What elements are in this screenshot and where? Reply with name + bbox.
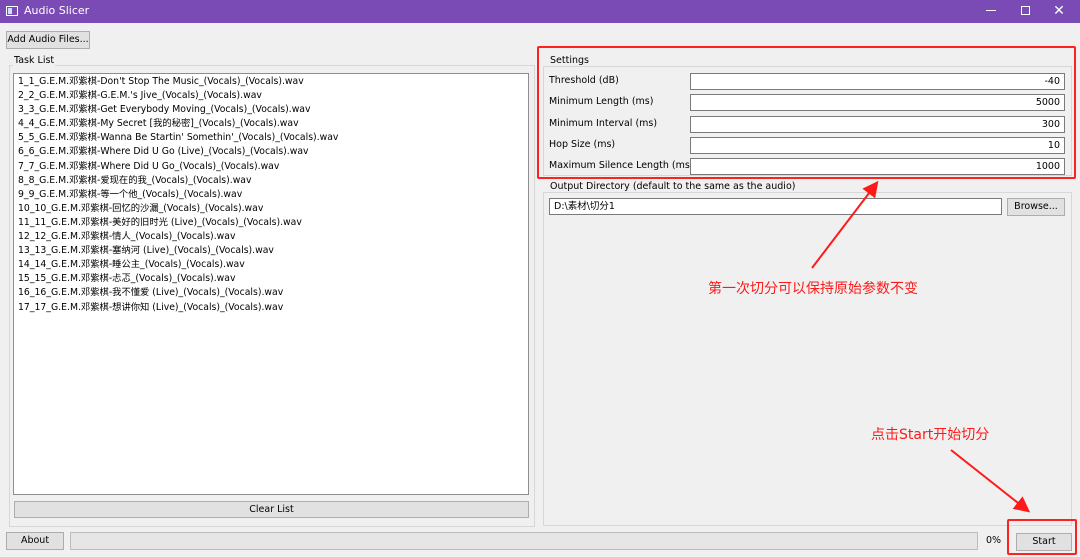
settings-annotation: 第一次切分可以保持原始参数不变 <box>708 281 918 297</box>
settings-arrow <box>811 180 879 269</box>
annotation-arrows <box>811 180 1031 513</box>
start-annotation: 点击Start开始切分 <box>871 427 990 443</box>
start-arrow <box>950 449 1031 513</box>
